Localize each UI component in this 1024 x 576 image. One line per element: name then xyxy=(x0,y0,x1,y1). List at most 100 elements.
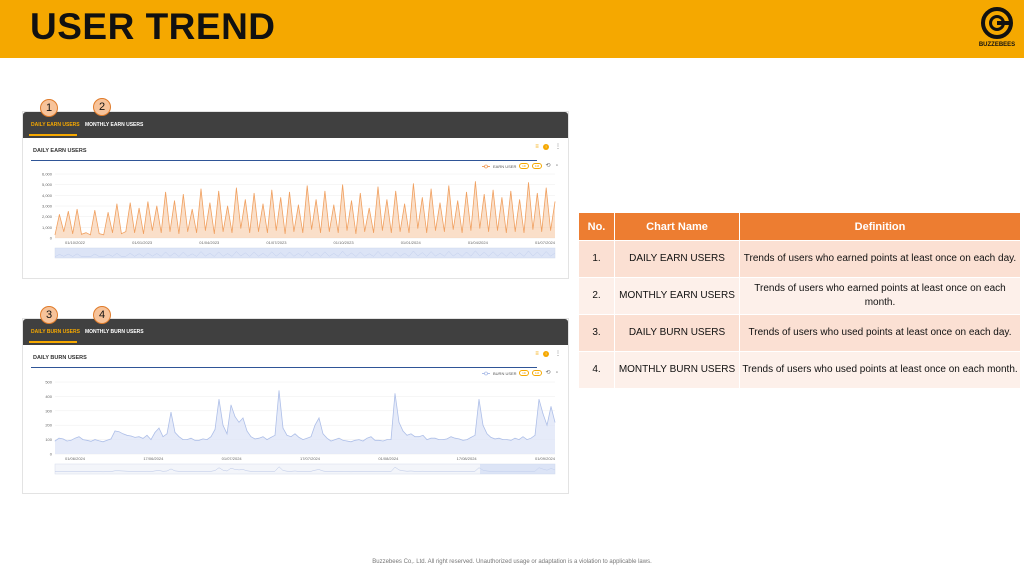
data-point xyxy=(398,421,400,423)
data-point xyxy=(270,437,272,438)
data-point xyxy=(382,440,384,442)
data-point xyxy=(98,440,100,442)
y-tick-label: 300 xyxy=(45,408,52,413)
data-point xyxy=(70,439,72,441)
save-image-icon[interactable]: ▫ xyxy=(554,370,560,376)
data-point xyxy=(222,424,224,426)
x-tick-label: 01/04/2023 xyxy=(199,240,220,245)
chart-title-rule xyxy=(31,367,537,368)
burn-users-chart: 500 400 300 200 100 0 01/06/2024 17/06/2024 01/0… xyxy=(45,380,556,475)
more-menu-icon[interactable]: ⋮ xyxy=(555,351,561,357)
data-point xyxy=(522,436,524,438)
data-point xyxy=(90,234,91,236)
data-point xyxy=(249,232,251,234)
reset-zoom-icon[interactable]: ⟲ xyxy=(545,163,551,169)
tab-daily-burn-users[interactable]: DAILY BURN USERS xyxy=(31,329,80,335)
data-point xyxy=(158,427,160,429)
data-point xyxy=(454,437,456,439)
data-point xyxy=(246,430,248,432)
data-point xyxy=(94,209,96,211)
data-point xyxy=(169,231,171,232)
data-point xyxy=(337,232,339,234)
data-point xyxy=(413,183,414,184)
data-point xyxy=(351,200,352,202)
data-point xyxy=(90,440,92,442)
data-point xyxy=(205,230,206,231)
chart-definition-table: No. Chart Name Definition 1. DAILY EARN … xyxy=(578,212,1021,389)
x-tick-label: 01/01/2023 xyxy=(132,240,153,245)
data-point xyxy=(479,228,481,229)
data-point xyxy=(442,439,444,440)
data-point xyxy=(421,197,423,198)
data-point xyxy=(126,434,128,436)
x-tick-label: 01/10/2023 xyxy=(334,240,355,245)
data-point xyxy=(114,430,116,432)
data-point xyxy=(554,201,556,203)
range-1m-button[interactable]: 1M xyxy=(532,163,542,169)
data-point xyxy=(439,202,441,204)
table-row: 1. DAILY EARN USERS Trends of users who … xyxy=(579,241,1020,277)
row-chart-name: MONTHLY EARN USERS xyxy=(615,278,739,314)
tab-daily-earn-users[interactable]: DAILY EARN USERS xyxy=(31,122,80,128)
data-point xyxy=(318,417,320,419)
data-point xyxy=(242,417,244,419)
data-point xyxy=(262,203,264,205)
data-point xyxy=(461,232,463,234)
filter-icon[interactable]: ≡ xyxy=(534,144,540,150)
active-tab-indicator xyxy=(29,134,77,136)
tab-monthly-earn-users[interactable]: MONTHLY EARN USERS xyxy=(85,122,143,128)
data-point xyxy=(370,436,372,438)
data-point xyxy=(373,232,374,234)
data-point xyxy=(206,439,208,440)
range-1d-button[interactable]: 1D xyxy=(519,370,529,376)
reset-zoom-icon[interactable]: ⟲ xyxy=(545,370,551,376)
data-point xyxy=(342,184,343,186)
data-point xyxy=(545,187,547,189)
data-point xyxy=(497,230,498,231)
y-tick-label: 200 xyxy=(45,423,52,428)
data-point xyxy=(514,231,516,232)
data-point xyxy=(470,230,472,231)
filter-icon[interactable]: ≡ xyxy=(534,351,540,357)
data-point xyxy=(448,185,450,187)
data-point xyxy=(310,436,312,438)
data-point xyxy=(530,437,532,439)
row-chart-name: MONTHLY BURN USERS xyxy=(615,352,739,388)
data-point xyxy=(118,431,120,433)
row-definition: Trends of users who earned points at lea… xyxy=(740,241,1020,277)
row-definition: Trends of users who used points at least… xyxy=(740,315,1020,351)
save-image-icon[interactable]: ▫ xyxy=(554,163,560,169)
range-1d-button[interactable]: 1D xyxy=(519,163,529,169)
data-point xyxy=(178,233,180,235)
data-point xyxy=(138,207,140,209)
x-tick-label: 01/09/2024 xyxy=(535,456,556,461)
more-menu-icon[interactable]: ⋮ xyxy=(555,144,561,150)
data-point xyxy=(81,233,82,235)
y-tick-label: 2,000 xyxy=(42,214,53,219)
data-point xyxy=(378,439,380,441)
x-tick-label: 01/10/2022 xyxy=(65,240,86,245)
data-point xyxy=(390,232,392,234)
data-point xyxy=(399,231,401,232)
data-point xyxy=(519,199,520,200)
data-point xyxy=(182,193,184,195)
data-point xyxy=(134,437,136,438)
data-point xyxy=(550,406,552,407)
legend-line-icon xyxy=(482,164,490,169)
data-point xyxy=(494,438,496,440)
data-point xyxy=(346,230,348,231)
tab-monthly-burn-users[interactable]: MONTHLY BURN USERS xyxy=(85,329,144,335)
data-point xyxy=(478,398,480,400)
data-point xyxy=(532,229,534,230)
data-point xyxy=(554,421,556,423)
data-point xyxy=(196,232,197,234)
data-point xyxy=(282,427,284,429)
data-point xyxy=(538,398,540,400)
data-point xyxy=(166,433,168,435)
range-1m-button[interactable]: 1M xyxy=(532,370,542,376)
data-point xyxy=(54,234,56,236)
data-point xyxy=(121,233,122,235)
data-point xyxy=(218,190,220,192)
data-point xyxy=(342,439,344,441)
data-point xyxy=(82,439,84,440)
